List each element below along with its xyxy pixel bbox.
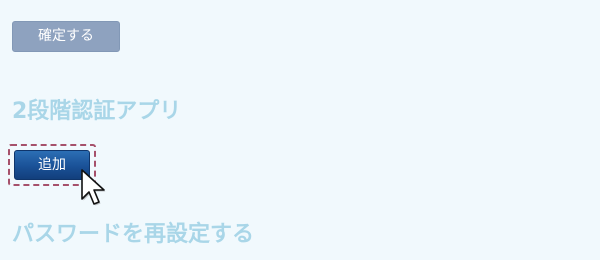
confirm-button[interactable]: 確定する — [12, 21, 120, 52]
mouse-pointer-icon — [81, 169, 106, 206]
two-factor-app-heading: 2段階認証アプリ — [12, 99, 182, 124]
reset-password-heading: パスワードを再設定する — [12, 222, 255, 247]
